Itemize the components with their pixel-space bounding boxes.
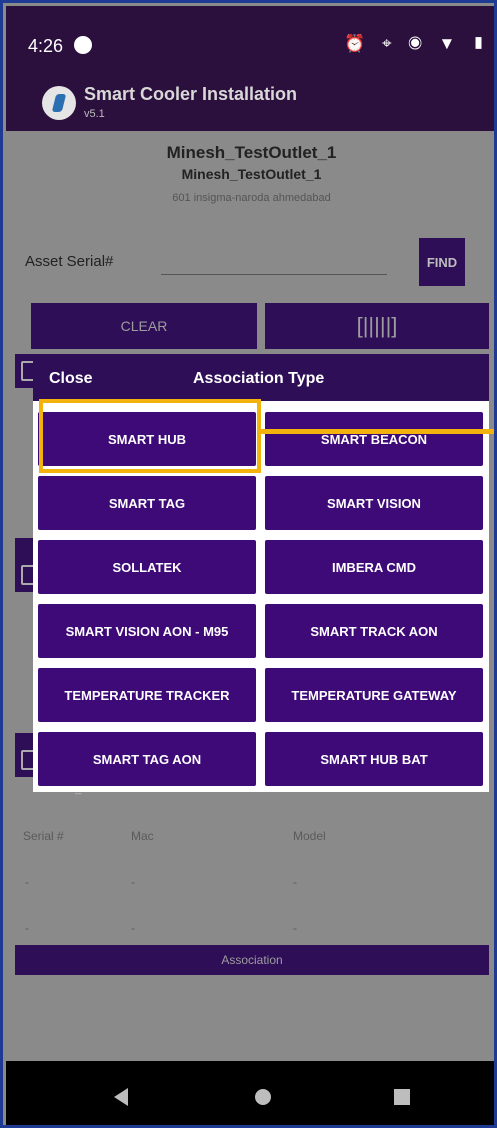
dialog-header: Close Association Type — [33, 356, 489, 401]
outlet-address: 601 insigma-naroda ahmedabad — [172, 192, 331, 204]
status-time: 4:26 — [28, 36, 64, 56]
option-smart-beacon[interactable]: SMART BEACON — [265, 412, 483, 466]
app-logo-icon — [42, 86, 76, 120]
asset-serial-input[interactable] — [161, 243, 387, 275]
barcode-scan-button[interactable]: [|||||] — [265, 303, 489, 349]
outlet-code: Minesh_TestOutlet_1 — [181, 166, 322, 182]
notification-icon — [74, 36, 92, 54]
option-temperature-gateway[interactable]: TEMPERATURE GATEWAY — [265, 668, 483, 722]
status-icons: ⏰ ⌖ ◉ ▼ ▮ — [344, 34, 491, 53]
serial-column-header: Serial # — [23, 829, 64, 843]
back-icon[interactable] — [114, 1088, 128, 1106]
find-button[interactable]: FIND — [419, 238, 465, 286]
highlight-box — [39, 399, 261, 473]
navigation-bar — [6, 1061, 494, 1125]
option-temperature-tracker[interactable]: TEMPERATURE TRACKER — [38, 668, 256, 722]
model-column-header: Model — [293, 829, 326, 843]
option-sollatek[interactable]: SOLLATEK — [38, 540, 256, 594]
app-title: Smart Cooler Installation — [84, 84, 298, 104]
option-smart-track-aon[interactable]: SMART TRACK AON — [265, 604, 483, 658]
app-version: v5.1 — [84, 108, 105, 120]
status-bar: 4:26 ⏰ ⌖ ◉ ▼ ▮ — [6, 6, 494, 78]
highlight-pointer-line — [261, 429, 494, 434]
dialog-title: Association Type — [193, 370, 325, 387]
close-button[interactable]: Close — [49, 370, 93, 388]
mac-value: - — [131, 921, 135, 935]
outlet-info: Minesh_TestOutlet_1 Minesh_TestOutlet_1 … — [6, 143, 494, 204]
option-imbera-cmd[interactable]: IMBERA CMD — [265, 540, 483, 594]
phone-screen: 4:26 ⏰ ⌖ ◉ ▼ ▮ Smart Cooler Installation… — [0, 0, 497, 1128]
mac-column-header: Mac — [131, 829, 154, 843]
app-bar: Smart Cooler Installation v5.1 — [6, 78, 494, 131]
option-smart-hub-bat[interactable]: SMART HUB BAT — [265, 732, 483, 786]
clear-button[interactable]: CLEAR — [31, 303, 257, 349]
home-icon[interactable] — [255, 1089, 271, 1105]
option-smart-vision-aon-m95[interactable]: SMART VISION AON - M95 — [38, 604, 256, 658]
barcode-icon: [|||||] — [356, 313, 398, 338]
asset-serial-label: Asset Serial# — [25, 253, 114, 270]
model-value: - — [293, 875, 297, 889]
recent-apps-icon[interactable] — [394, 1089, 410, 1105]
outlet-name: Minesh_TestOutlet_1 — [166, 143, 337, 162]
serial-value: - — [25, 875, 29, 889]
option-smart-vision[interactable]: SMART VISION — [265, 476, 483, 530]
association-label: Association — [221, 953, 283, 967]
serial-value: - — [25, 921, 29, 935]
mac-value: - — [131, 875, 135, 889]
option-smart-tag-aon[interactable]: SMART TAG AON — [38, 732, 256, 786]
option-smart-tag[interactable]: SMART TAG — [38, 476, 256, 530]
association-button[interactable]: Association — [15, 945, 489, 975]
model-value: - — [293, 921, 297, 935]
